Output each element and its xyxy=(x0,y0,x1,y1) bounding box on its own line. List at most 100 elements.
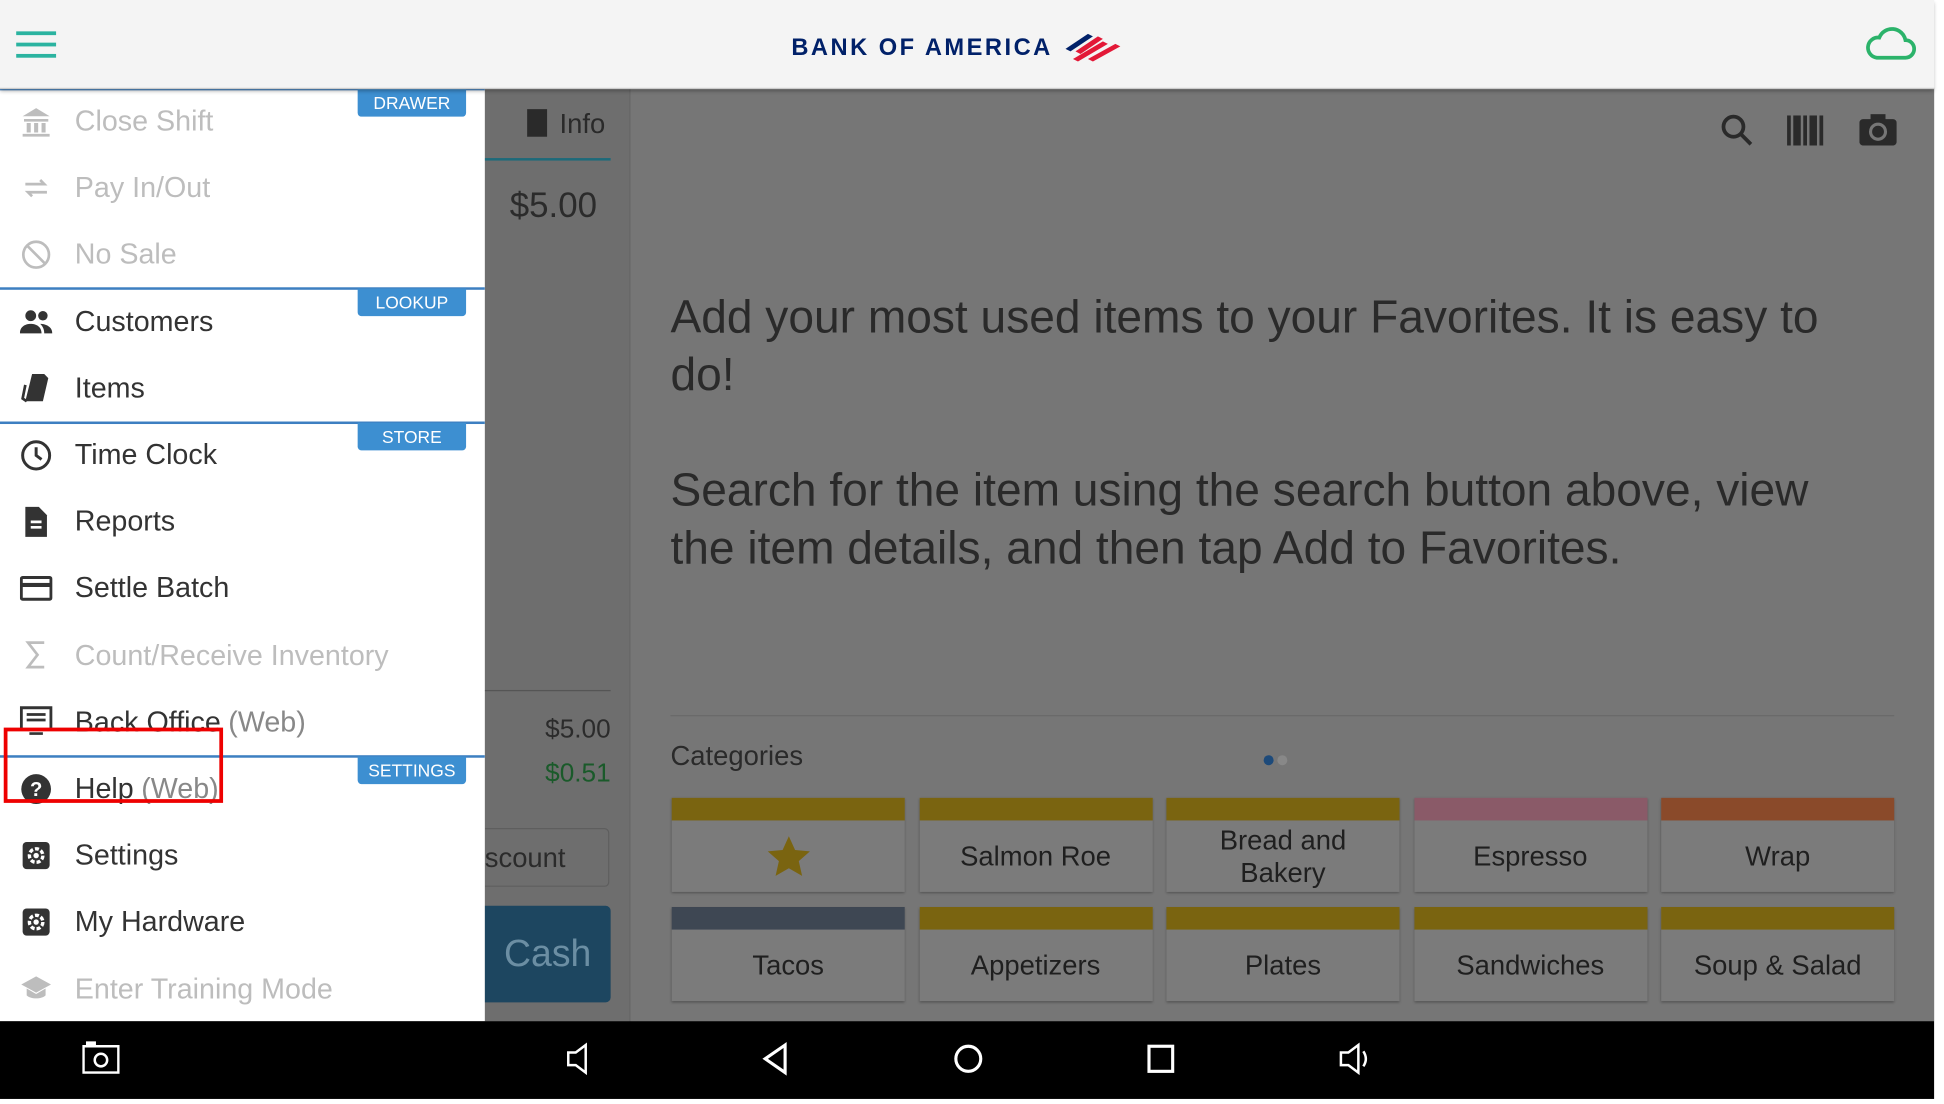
people-icon xyxy=(19,305,54,338)
settings-highlight-box xyxy=(3,727,224,803)
category-label: Appetizers xyxy=(970,949,1101,981)
category-label: Plates xyxy=(1244,949,1322,981)
drawer-item-label: My Hardware xyxy=(74,904,246,938)
gear-icon xyxy=(19,839,54,872)
android-nav-bar xyxy=(0,1021,1935,1099)
category-tile-plates[interactable]: Plates xyxy=(1166,907,1400,1002)
category-color-bar xyxy=(1661,797,1895,821)
category-tile-wrap[interactable]: Wrap xyxy=(1661,797,1895,892)
back-icon[interactable] xyxy=(760,1041,790,1076)
graduation-cap-icon xyxy=(19,972,54,1005)
recents-icon[interactable] xyxy=(1147,1041,1177,1076)
drawer-item-customers[interactable]: Customers xyxy=(0,288,485,354)
bank-icon xyxy=(19,105,54,138)
volume-down-icon[interactable] xyxy=(566,1041,596,1076)
category-color-bar xyxy=(671,907,905,930)
drawer-item-reports[interactable]: Reports xyxy=(0,488,485,554)
category-label: Bread and Bakery xyxy=(1219,823,1347,888)
drawer-item-label: No Sale xyxy=(74,237,177,271)
drawer-item-label: Customers xyxy=(74,304,214,337)
category-color-bar xyxy=(919,907,1153,930)
drawer-item-label: Count/Receive Inventory xyxy=(74,638,389,671)
flag-logo-icon xyxy=(1065,33,1121,62)
drawer-item-close-shift[interactable]: Close Shift xyxy=(0,88,485,154)
drawer-item-label: Reports xyxy=(74,504,176,538)
hamburger-icon[interactable] xyxy=(16,31,57,59)
camera-icon[interactable] xyxy=(1859,113,1897,146)
category-label: Espresso xyxy=(1473,839,1588,872)
drawer-item-count-receive-inventory[interactable]: Count/Receive Inventory xyxy=(0,622,485,688)
discount-button[interactable]: scount xyxy=(484,827,610,887)
category-color-bar xyxy=(1661,907,1895,930)
info-tab[interactable]: Info xyxy=(527,108,605,141)
clock-icon xyxy=(19,438,54,471)
credit-card-icon xyxy=(19,572,54,605)
category-tile-soup-salad[interactable]: Soup & Salad xyxy=(1661,907,1895,1002)
drawer-item-pay-in-out[interactable]: Pay In/Out xyxy=(0,155,485,221)
screenshot-icon[interactable] xyxy=(82,1041,120,1074)
drawer-item-time-clock[interactable]: Time Clock xyxy=(0,422,485,488)
star-icon xyxy=(767,835,810,876)
drawer-item-label: Items xyxy=(74,371,145,404)
tags-icon xyxy=(19,372,54,405)
category-color-bar xyxy=(671,797,905,821)
page-indicator[interactable] xyxy=(1263,749,1288,772)
category-tile-appetizers[interactable]: Appetizers xyxy=(919,907,1153,1002)
tax-amount: $0.51 xyxy=(545,758,611,788)
order-total: $5.00 xyxy=(509,185,598,225)
drawer-item-label: Settle Batch xyxy=(74,571,230,604)
category-tile-espresso[interactable]: Espresso xyxy=(1413,797,1647,892)
drawer-item-no-sale[interactable]: No Sale xyxy=(0,221,485,287)
gear-icon xyxy=(19,906,54,939)
favorites-panel: Add your most used items to your Favorit… xyxy=(630,87,1935,1022)
swap-arrows-icon xyxy=(19,171,54,204)
category-color-bar xyxy=(919,797,1153,821)
app-header: BANK OF AMERICA xyxy=(0,0,1935,90)
category-label: Soup & Salad xyxy=(1693,949,1862,981)
volume-up-icon[interactable] xyxy=(1338,1041,1373,1076)
info-label: Info xyxy=(559,107,606,140)
drawer-item-items[interactable]: Items xyxy=(0,355,485,421)
subtotal: $5.00 xyxy=(545,715,611,744)
category-tile-sandwiches[interactable]: Sandwiches xyxy=(1413,907,1647,1002)
navigation-drawer: DRAWER LOOKUP STORE SETTINGS Close Shift Pay … xyxy=(0,87,485,1022)
drawer-item-label: Time Clock xyxy=(74,437,218,471)
logo-text: BANK OF AMERICA xyxy=(791,35,1053,62)
favorites-instructions: Search for the item using the search but… xyxy=(670,464,1809,574)
category-label: Tacos xyxy=(752,949,825,981)
search-icon[interactable] xyxy=(1720,113,1755,148)
category-color-bar xyxy=(1413,907,1647,930)
drawer-item-label: Pay In/Out xyxy=(74,170,211,204)
bank-logo: BANK OF AMERICA xyxy=(791,30,1122,68)
info-doc-icon xyxy=(527,109,548,137)
category-tile-bread-and-bakery[interactable]: Bread and Bakery xyxy=(1166,797,1400,892)
home-icon[interactable] xyxy=(952,1041,984,1076)
category-tile-favorites[interactable] xyxy=(671,797,905,892)
register-area: Info $5.00 $5.00 $0.51 scount Cash Add y… xyxy=(484,87,1935,1022)
category-label: Sandwiches xyxy=(1456,949,1605,981)
drawer-item-label: Enter Training Mode xyxy=(74,971,333,1005)
drawer-item-settle-batch[interactable]: Settle Batch xyxy=(0,555,485,621)
category-color-bar xyxy=(1413,797,1647,821)
category-tile-tacos[interactable]: Tacos xyxy=(671,907,905,1002)
order-panel: Info $5.00 $5.00 $0.51 scount Cash xyxy=(484,87,631,1022)
favorites-hint: Add your most used items to your Favorit… xyxy=(670,291,1819,401)
cloud-icon[interactable] xyxy=(1864,25,1917,63)
category-label: Salmon Roe xyxy=(960,839,1112,872)
drawer-item-settings[interactable]: Settings xyxy=(0,822,485,888)
barcode-icon[interactable] xyxy=(1787,115,1824,146)
cash-button[interactable]: Cash xyxy=(484,905,611,1003)
category-tile-salmon-roe[interactable]: Salmon Roe xyxy=(919,797,1153,892)
prohibited-icon xyxy=(19,238,54,271)
categories-title: Categories xyxy=(670,740,804,772)
drawer-item-label: Close Shift xyxy=(74,104,214,137)
category-label: Wrap xyxy=(1745,839,1811,872)
category-color-bar xyxy=(1166,907,1400,930)
drawer-item-enter-training-mode[interactable]: Enter Training Mode xyxy=(0,955,485,1021)
drawer-item-label: Settings xyxy=(74,838,179,871)
category-color-bar xyxy=(1166,797,1400,821)
drawer-item-my-hardware[interactable]: My Hardware xyxy=(0,889,485,955)
document-icon xyxy=(19,505,54,538)
pos-screen: BANK OF AMERICA Info $5.00 $5.00 $0.51 s… xyxy=(0,0,1944,1104)
drawer-item-suffix: (Web) xyxy=(228,704,306,738)
